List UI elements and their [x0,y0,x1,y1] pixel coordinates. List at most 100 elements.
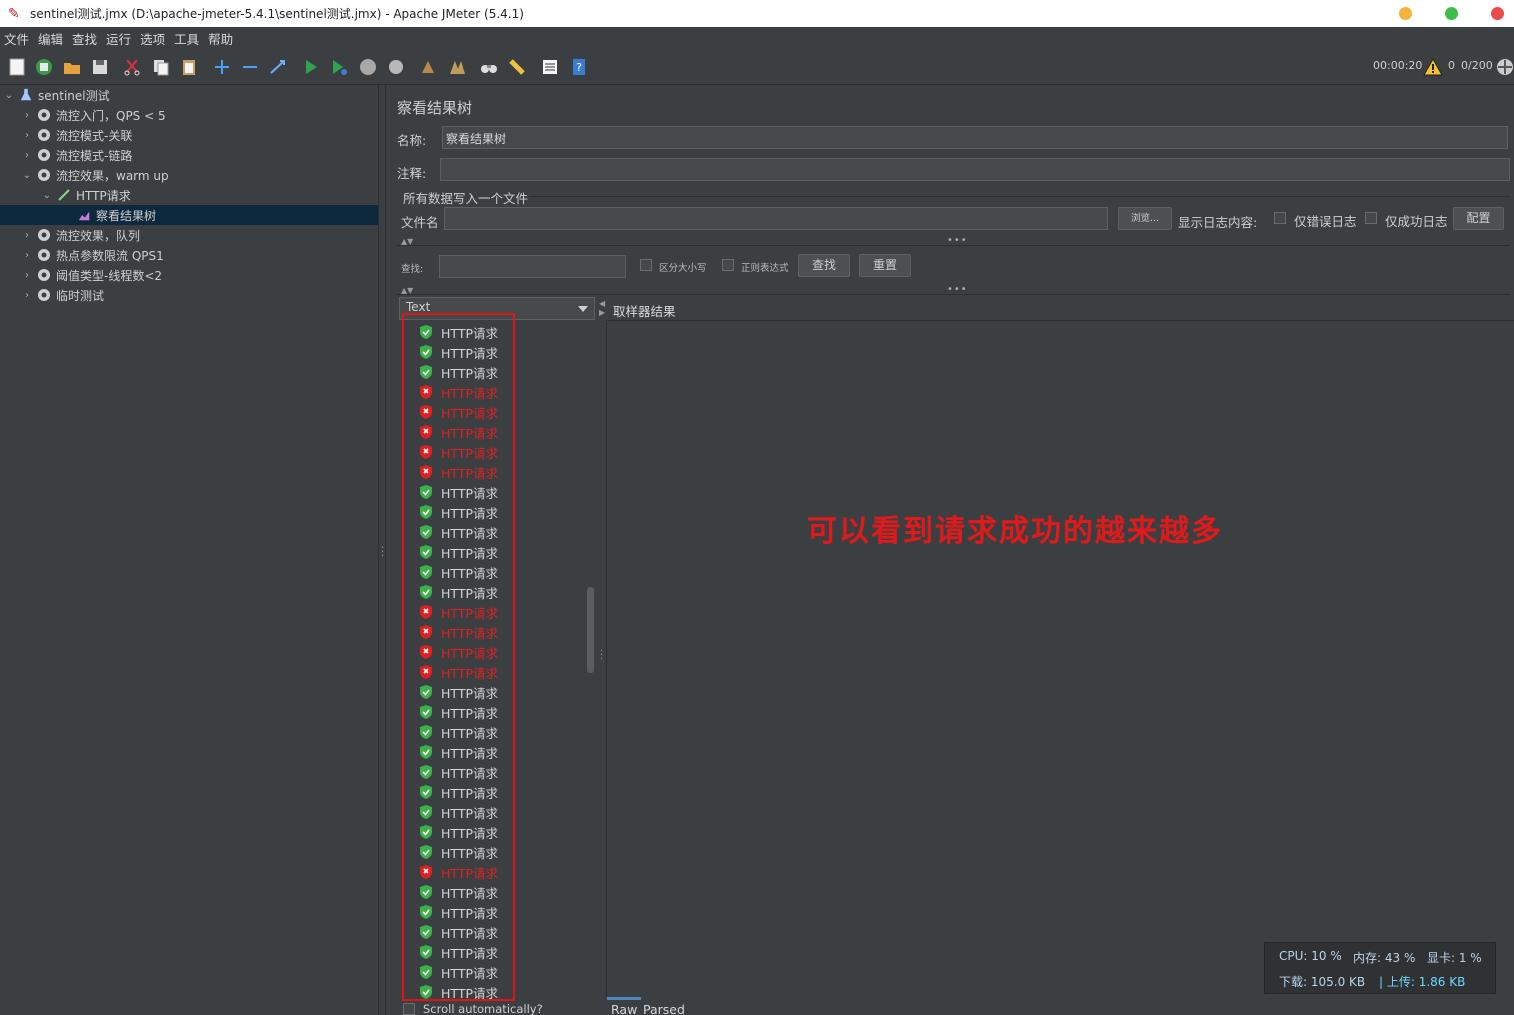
tree-item-thread-group[interactable]: › 临时测试 [0,285,378,305]
menu-run[interactable]: 运行 [106,29,131,48]
warning-icon[interactable] [1422,56,1444,78]
expand-all-icon[interactable] [211,56,233,78]
open-folder-icon[interactable] [61,56,83,78]
drag-handle-icon[interactable]: · · · [381,544,384,562]
regex-checkbox[interactable] [722,259,734,271]
regex-label: 正则表达式 [741,263,789,274]
chevron-down-icon[interactable]: ⌄ [22,170,32,181]
tree-item-thread-group[interactable]: › 阈值类型-线程数<2 [0,265,378,285]
filename-field[interactable] [444,207,1108,230]
shutdown-icon[interactable] [385,56,407,78]
menu-file[interactable]: 文件 [4,29,29,48]
tab-parsed[interactable]: Parsed [638,1000,690,1015]
case-sensitive-label: 区分大小写 [659,263,707,274]
comment-field[interactable] [440,158,1510,181]
menu-options[interactable]: 选项 [140,29,165,48]
annotation-highlight-box [402,313,515,1001]
log-content-label: 显示日志内容: [1178,215,1258,230]
gear-icon [36,167,52,183]
reset-search-icon[interactable] [506,56,528,78]
tree-item-thread-group[interactable]: › 流控效果，队列 [0,225,378,245]
save-icon[interactable] [89,56,111,78]
config-button[interactable]: 配置 [1453,207,1504,230]
menu-help[interactable]: 帮助 [208,29,233,48]
dropdown-caret-icon [578,306,588,312]
toggle-icon[interactable] [267,56,289,78]
new-file-icon[interactable] [6,56,28,78]
drag-handle-icon[interactable]: · · · [600,647,603,665]
tab-strip-border [606,320,1514,321]
chevron-down-icon[interactable]: ⌄ [42,190,52,201]
group-border [529,196,1510,197]
splitter-line [397,245,1510,246]
tree-item-label: 流控效果，warm up [56,168,169,183]
cpu-usage: CPU: 10 % [1279,949,1342,963]
case-sensitive-checkbox[interactable] [640,259,652,271]
help-icon[interactable]: ? [568,56,590,78]
menu-edit[interactable]: 编辑 [38,29,63,48]
success-only-label: 仅成功日志 [1385,214,1448,229]
function-helper-icon[interactable] [539,56,561,78]
copy-icon[interactable] [150,56,172,78]
file-group-title: 所有数据写入一个文件 [403,191,529,206]
gear-icon [36,107,52,123]
cut-icon[interactable] [121,56,143,78]
collapse-all-icon[interactable] [239,56,261,78]
view-results-tree-panel: 察看结果树 名称: 察看结果树 注释: 所有数据写入一个文件 文件名 浏览...… [387,85,1514,1015]
scroll-auto-checkbox[interactable] [403,1003,415,1015]
chevron-right-icon[interactable]: › [22,270,32,281]
chevron-right-icon[interactable]: › [22,150,32,161]
name-field[interactable]: 察看结果树 [442,126,1508,149]
close-button[interactable] [1491,7,1504,20]
errors-only-checkbox[interactable] [1274,212,1286,224]
warning-count: 0 [1448,59,1455,72]
minimize-button[interactable] [1399,7,1412,20]
chevron-right-icon[interactable]: › [22,230,32,241]
start-no-pause-icon[interactable] [328,56,350,78]
tree-item-label: 流控模式-关联 [56,128,133,143]
gear-icon [36,287,52,303]
start-icon[interactable] [300,56,322,78]
chevron-right-icon[interactable]: › [22,290,32,301]
clear-icon[interactable] [417,56,439,78]
split-pane-divider[interactable]: · · · [378,85,386,1015]
tab-raw[interactable]: Raw [607,997,642,1015]
gear-icon [36,127,52,143]
gear-icon [36,267,52,283]
search-binoculars-icon[interactable] [478,56,500,78]
chevron-right-icon[interactable]: › [22,130,32,141]
templates-icon[interactable] [33,56,55,78]
paste-icon[interactable] [178,56,200,78]
filename-label: 文件名 [401,215,439,230]
stop-icon[interactable] [357,56,379,78]
tree-item-thread-group[interactable]: › 流控入门，QPS < 5 [0,105,378,125]
maximize-button[interactable] [1445,7,1458,20]
success-only-checkbox[interactable] [1365,212,1377,224]
menu-search[interactable]: 查找 [72,29,97,48]
find-button[interactable]: 查找 [798,254,850,277]
tree-item-thread-group[interactable]: › 流控模式-关联 [0,125,378,145]
tree-item-thread-group[interactable]: › 热点参数限流 QPS1 [0,245,378,265]
tree-item-http-request[interactable]: ⌄ HTTP请求 [0,185,378,205]
pane-arrow-icon[interactable]: ◀ ▶ [599,299,605,317]
reset-button[interactable]: 重置 [859,254,911,277]
chevron-right-icon[interactable]: › [22,250,32,261]
menu-tools[interactable]: 工具 [174,29,199,48]
tree-item-thread-group[interactable]: ⌄ 流控效果，warm up [0,165,378,185]
elapsed-time: 00:00:20 [1373,59,1423,72]
tree-item-view-results-tree[interactable]: 察看结果树 [0,205,378,225]
search-label: 查找: [401,264,424,275]
search-input[interactable] [439,255,626,278]
chevron-down-icon[interactable]: ⌄ [4,90,14,101]
gpu-usage: 显卡: 1 % [1427,951,1482,965]
clear-all-icon[interactable] [446,56,468,78]
results-scrollbar[interactable] [587,587,594,673]
chevron-right-icon[interactable]: › [22,110,32,121]
tree-item-label: 热点参数限流 QPS1 [56,248,164,263]
splitter-line [397,294,1510,295]
tree-item-thread-group[interactable]: › 流控模式-链路 [0,145,378,165]
tree-root[interactable]: ⌄ sentinel测试 [0,85,378,105]
browse-button[interactable]: 浏览... [1118,207,1172,230]
thread-count: 0/200 [1461,59,1493,72]
menu-bar: 文件 编辑 查找 运行 选项 工具 帮助 [0,27,1514,49]
